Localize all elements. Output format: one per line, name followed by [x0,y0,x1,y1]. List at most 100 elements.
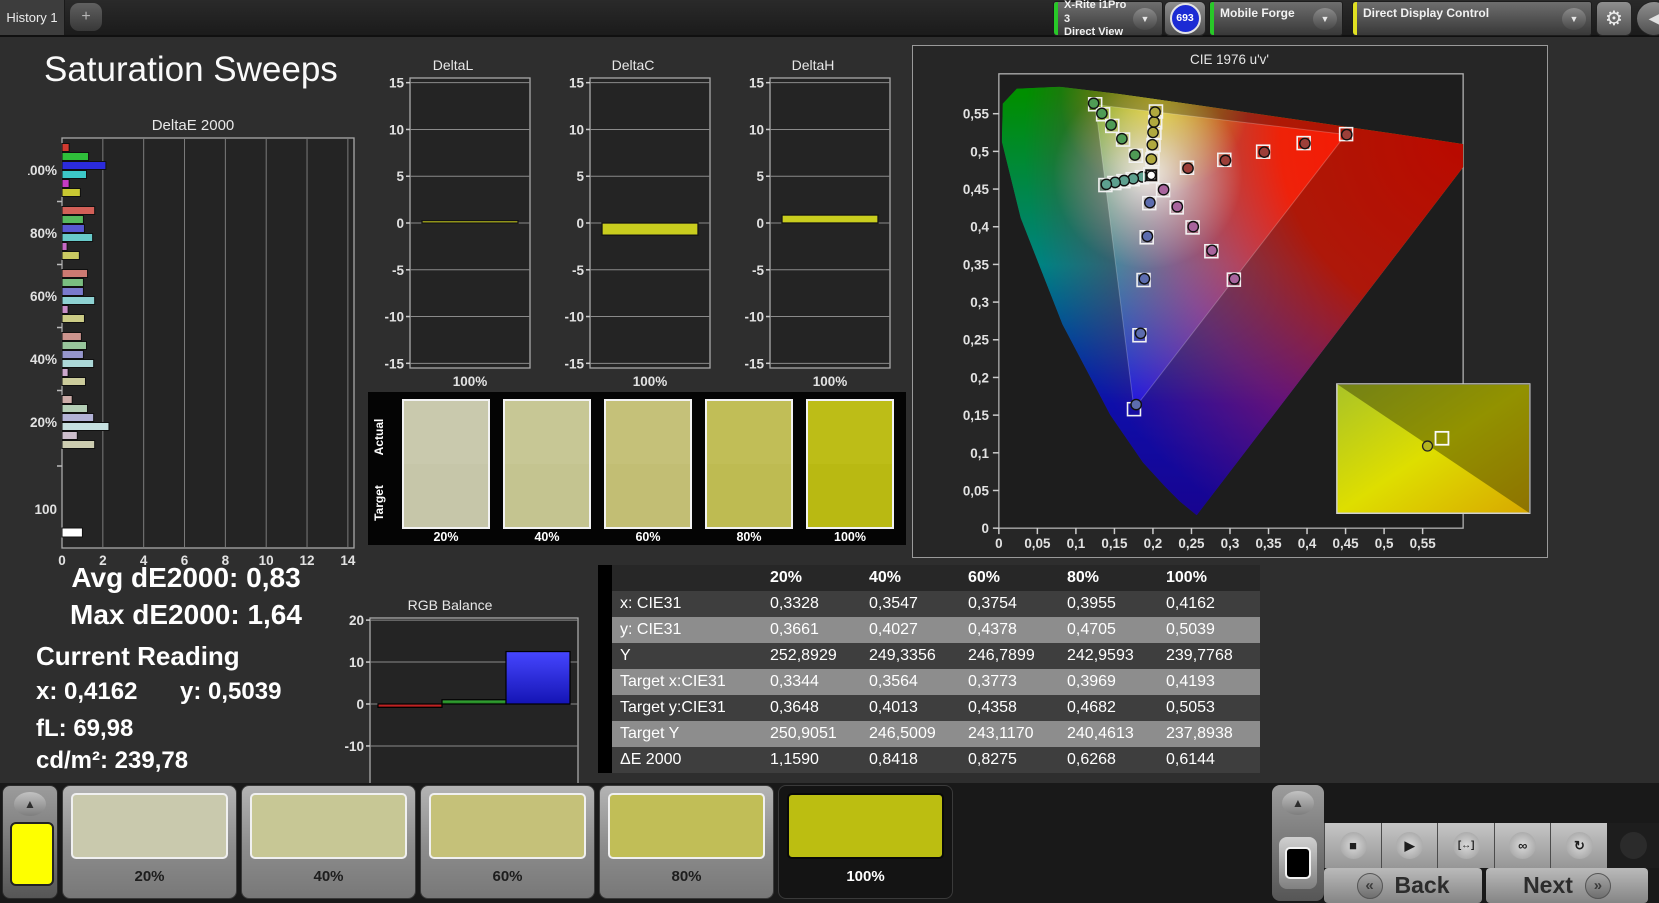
table-cell: 0,3661 [764,617,863,643]
arrow-up-icon: ▲ [24,797,36,811]
current-patch-swatch [10,822,54,886]
back-label: Back [1395,872,1450,899]
meter-id-button[interactable]: 693 [1164,1,1206,36]
max-de2000: Max dE2000: 1,64 [30,599,342,631]
stop-measure-button[interactable] [1279,837,1317,889]
chevrons-left-icon: « [1357,873,1383,899]
transport-step-button[interactable]: [↔] [1437,823,1494,868]
strip-swatch-label: 60% [602,530,694,544]
sample-button-40%[interactable]: 40% [241,785,416,899]
table-cell: 0,4682 [1061,695,1160,721]
transport-play-button[interactable]: ▶ [1381,823,1438,868]
arrow-left-icon: ◀ [1649,10,1659,27]
target-label: Target [372,468,386,538]
settings-button[interactable]: ⚙ [1596,1,1632,36]
back-button[interactable]: « Back [1324,868,1482,903]
table-column-header: 100% [1160,565,1259,591]
current-fl: fL: 69,98 [36,715,133,743]
current-reading-heading: Current Reading [36,641,240,672]
svg-text:10: 10 [349,655,364,670]
svg-text:DeltaL: DeltaL [433,57,474,73]
svg-text:10: 10 [569,122,584,137]
table-row-sliver [598,617,612,643]
sample-swatch [250,793,407,859]
svg-text:-5: -5 [752,263,764,278]
table-cell: 1,1590 [764,747,863,773]
svg-text:0: 0 [995,536,1002,551]
table-row-label: y: CIE31 [612,617,764,643]
measurement-table: 20%40%60%80%100%x: CIE310,33280,35470,37… [598,565,1260,773]
svg-text:0,25: 0,25 [963,333,990,348]
next-label: Next [1523,872,1573,899]
current-y: y: 0,5039 [180,678,281,706]
table-cell: 0,3344 [764,669,863,695]
svg-text:100%: 100% [633,374,668,389]
table-cell: 0,3564 [863,669,962,695]
add-tab-button[interactable]: + [70,3,102,31]
display-control-dropdown[interactable]: Direct Display Control ▼ [1352,1,1592,36]
svg-text:DeltaE 2000: DeltaE 2000 [152,117,235,134]
table-column-header: 60% [962,565,1061,591]
sample-button-100%[interactable]: 100% [778,785,953,899]
strip-swatch-target [505,464,589,527]
transport-stop-button[interactable]: ■ [1324,823,1381,868]
table-cell: 0,4358 [962,695,1061,721]
svg-text:10: 10 [749,122,764,137]
svg-text:10: 10 [389,122,404,137]
table-header-label [612,565,764,591]
sample-button-60%[interactable]: 60% [420,785,595,899]
transport-filler [1607,823,1659,868]
gear-icon: ⚙ [1605,6,1623,31]
sample-swatch [429,793,586,859]
workflow-dropdown[interactable]: Mobile Forge ▼ [1209,1,1343,36]
strip-swatch-actual [606,401,690,464]
table-cell: 237,8938 [1160,721,1259,747]
table-cell: 0,6144 [1160,747,1259,773]
tab-history-1[interactable]: History 1 [0,0,65,35]
collapse-panel-button[interactable]: ◀ [1636,1,1659,36]
svg-text:0,35: 0,35 [963,257,990,272]
svg-text:60%: 60% [30,289,57,304]
bottom-bar: ▲ 20%40%60%80%100% ▲ ■▶[↔] ∞ ↻ « Back Next… [0,783,1659,903]
strip-swatch-target [606,464,690,527]
table-row: Y252,8929249,3356246,7899242,9593239,776… [598,643,1260,669]
sample-button-20%[interactable]: 20% [62,785,237,899]
strip-swatch-actual [808,401,892,464]
svg-text:20: 20 [349,613,364,628]
meter-dropdown[interactable]: X-Rite i1Pro 3Direct View ▼ [1053,1,1163,36]
svg-text:-15: -15 [564,356,584,371]
svg-text:5: 5 [396,169,404,184]
table-cell: 0,4193 [1160,669,1259,695]
table-cell: 249,3356 [863,643,962,669]
strip-swatch-100% [806,399,894,529]
svg-text:0,25: 0,25 [1178,536,1205,551]
svg-text:-15: -15 [744,356,764,371]
table-cell: 0,8418 [863,747,962,773]
strip-swatch-label: 20% [400,530,492,544]
meter-id-badge: 693 [1170,3,1201,34]
svg-text:0: 0 [981,521,988,536]
svg-text:0,15: 0,15 [1101,536,1128,551]
table-row-label: ΔE 2000 [612,747,764,773]
next-button[interactable]: Next » [1486,868,1648,903]
sample-button-80%[interactable]: 80% [599,785,774,899]
table-cell: 0,4378 [962,617,1061,643]
current-x: x: 0,4162 [36,678,137,706]
table-cell: 0,3955 [1061,591,1160,617]
transport-up-button[interactable]: ▲ [1282,791,1314,815]
patch-up-button[interactable]: ▲ [14,792,46,816]
svg-text:-5: -5 [392,263,404,278]
svg-text:0,45: 0,45 [963,182,990,197]
transport-loop-button[interactable]: ∞ [1494,823,1551,868]
transport-refresh-button[interactable]: ↻ [1550,823,1607,868]
loop-icon: ∞ [1509,832,1536,859]
strip-swatch-40% [503,399,591,529]
svg-text:0,3: 0,3 [970,295,989,310]
table-row-sliver [598,591,612,617]
deltac-chart: DeltaC151050-5-10-15100% [558,56,714,397]
table-column-header: 20% [764,565,863,591]
strip-swatch-label: 80% [703,530,795,544]
table-row-label: Target Y [612,721,764,747]
deltae2000-chart: DeltaE 200002468101214100%80%60%40%20%10… [28,116,364,577]
cie-1976-chart: CIE 1976 u'v' 000,050,050,10,10,150,150,… [912,45,1548,558]
